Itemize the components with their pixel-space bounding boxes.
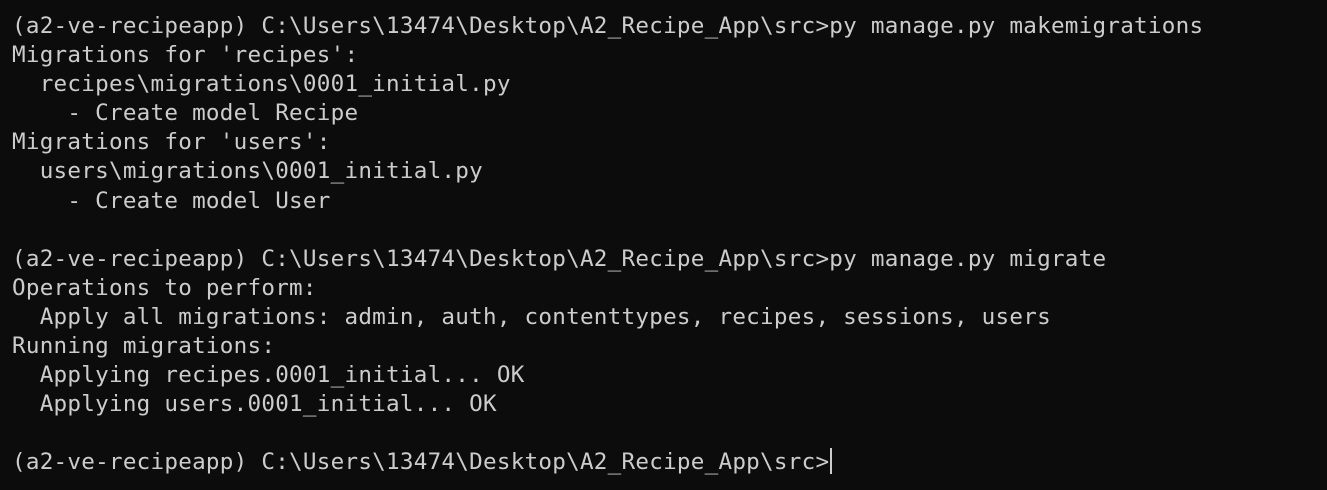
output-line: Running migrations: (12, 333, 276, 360)
output-line: Applying recipes.0001_initial... OK (12, 362, 525, 389)
output-line: - Create model Recipe (12, 100, 359, 127)
output-line: Applying users.0001_initial... OK (12, 391, 497, 418)
output-line: Operations to perform: (12, 274, 317, 301)
output-line: Apply all migrations: admin, auth, conte… (12, 303, 1051, 330)
text-cursor (830, 448, 833, 475)
output-line: users\migrations\0001_initial.py (12, 158, 483, 185)
command-line: (a2-ve-recipeapp) C:\Users\13474\Desktop… (12, 13, 1204, 39)
command-line: (a2-ve-recipeapp) C:\Users\13474\Desktop… (12, 245, 1107, 272)
output-line: Migrations for 'recipes': (12, 42, 359, 69)
output-line: - Create model User (12, 187, 331, 214)
prompt-text: (a2-ve-recipeapp) C:\Users\13474\Desktop… (12, 449, 830, 476)
output-line: recipes\migrations\0001_initial.py (12, 71, 511, 98)
prompt-line[interactable]: (a2-ve-recipeapp) C:\Users\13474\Desktop… (12, 448, 1327, 477)
output-line: Migrations for 'users': (12, 129, 331, 156)
terminal-window[interactable]: (a2-ve-recipeapp) C:\Users\13474\Desktop… (0, 0, 1327, 490)
